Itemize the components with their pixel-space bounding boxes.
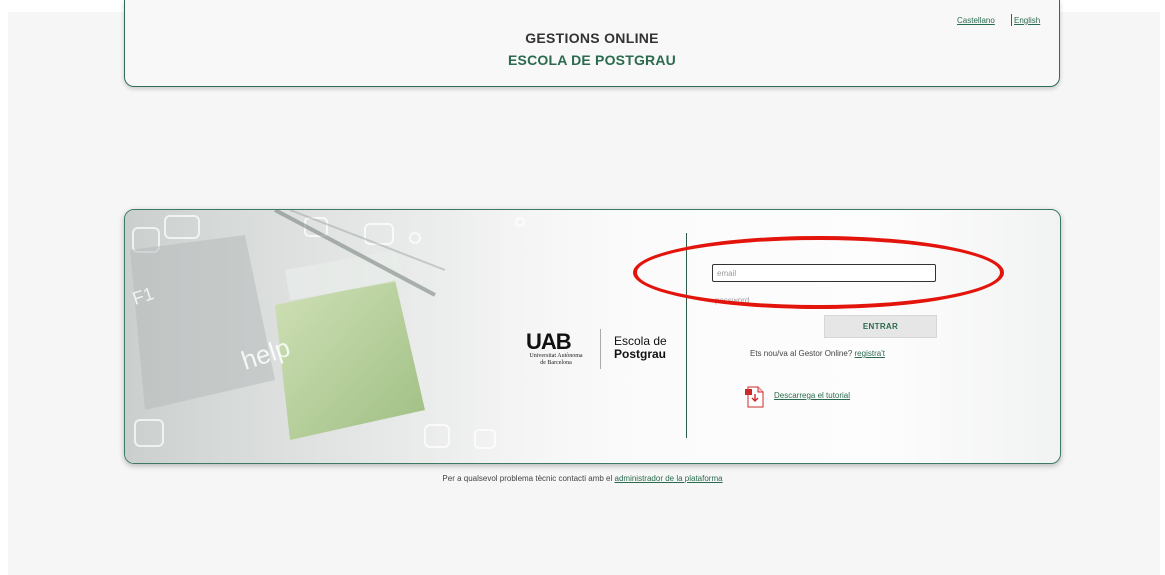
- uab-institution-line1: Universitat Autònoma: [529, 353, 583, 359]
- register-prompt: Ets nou/va al Gestor Online? registra't: [750, 349, 885, 358]
- uab-mark: UAB: [526, 329, 572, 354]
- language-castellano-link[interactable]: Castellano: [957, 16, 995, 25]
- enter-button[interactable]: ENTRAR: [824, 315, 937, 338]
- password-input[interactable]: [715, 292, 935, 308]
- school-name: Escola de Postgrau: [614, 335, 667, 361]
- page-title: GESTIONS ONLINE: [525, 30, 659, 46]
- email-input[interactable]: [712, 264, 936, 282]
- header-panel: GESTIONS ONLINE ESCOLA DE POSTGRAU Caste…: [124, 0, 1060, 87]
- language-separator: [1011, 14, 1012, 26]
- page-subtitle: ESCOLA DE POSTGRAU: [508, 52, 676, 68]
- school-name-line2: Postgrau: [614, 347, 667, 361]
- pdf-icon[interactable]: [745, 386, 765, 408]
- download-tutorial-link[interactable]: Descarrega el tutorial: [774, 391, 850, 400]
- uab-logo: UAB Universitat Autònoma de Barcelona Es…: [515, 325, 685, 375]
- panel-divider: [686, 233, 687, 438]
- uab-institution: Universitat Autònoma de Barcelona: [521, 353, 591, 367]
- logo-separator: [600, 329, 601, 369]
- login-panel: help F1 UAB Universitat Autònoma de Barc…: [124, 209, 1061, 464]
- admin-contact-link[interactable]: administrador de la plataforma: [615, 474, 723, 483]
- register-prompt-text: Ets nou/va al Gestor Online?: [750, 349, 853, 358]
- uab-institution-line2: de Barcelona: [540, 360, 572, 366]
- footer: Per a qualsevol problema tècnic contacti…: [0, 474, 1165, 483]
- register-link[interactable]: registra't: [855, 349, 885, 358]
- footer-text: Per a qualsevol problema tècnic contacti…: [442, 474, 613, 483]
- language-english-link[interactable]: English: [1014, 16, 1040, 25]
